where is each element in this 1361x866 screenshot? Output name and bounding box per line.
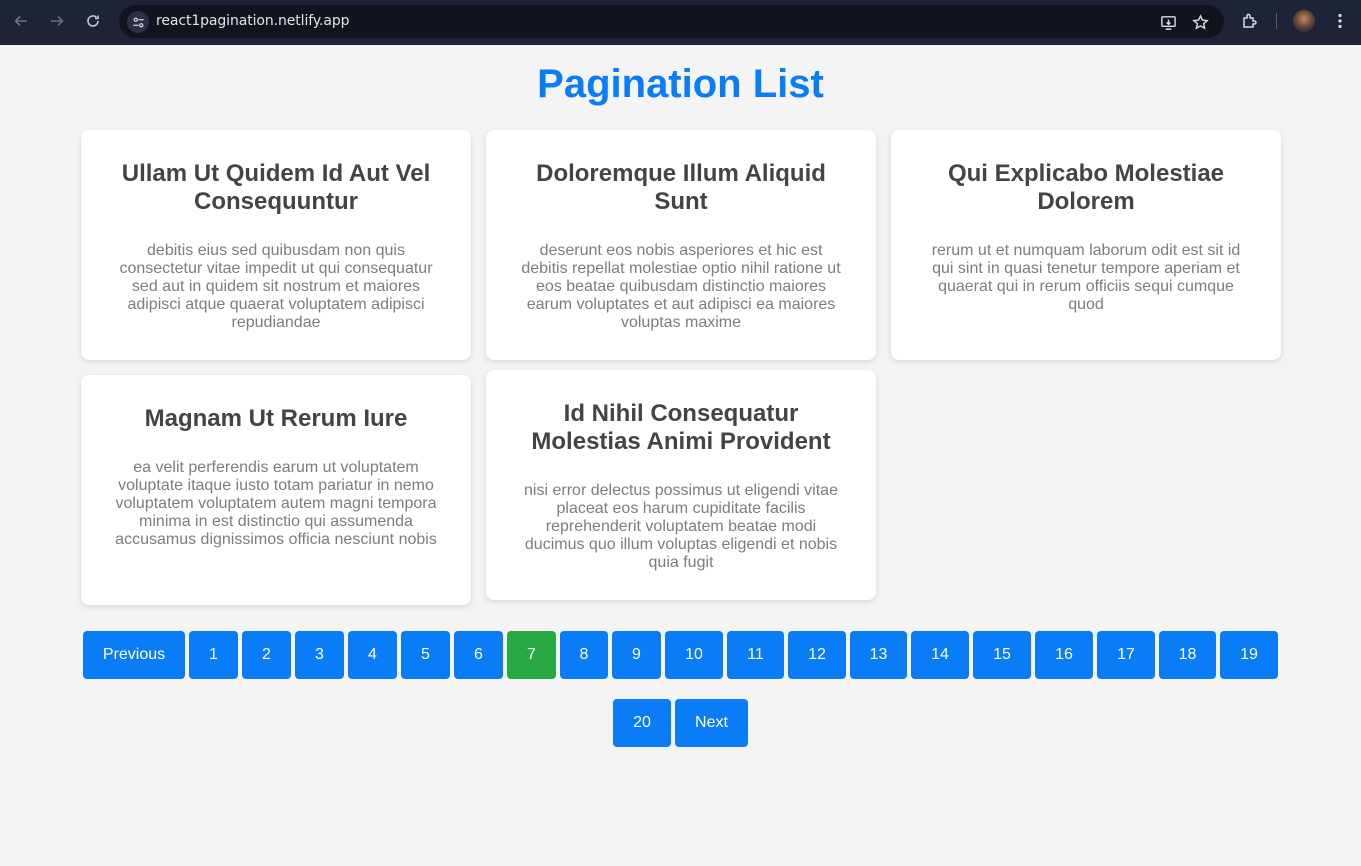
page-button-18[interactable]: 18 <box>1159 631 1216 679</box>
next-button[interactable]: Next <box>675 699 748 747</box>
page-button-4[interactable]: 4 <box>348 631 397 679</box>
bookmark-star-icon[interactable] <box>1190 12 1210 32</box>
post-card-title: Doloremque Illum Aliquid Sunt <box>536 160 826 215</box>
page-button-12[interactable]: 12 <box>788 631 846 679</box>
post-card-title: Qui Explicabo Molestiae Dolorem <box>947 160 1225 215</box>
post-card: Doloremque Illum Aliquid Sunt deserunt e… <box>486 130 876 360</box>
url-text[interactable]: react1pagination.netlify.app <box>156 13 350 29</box>
reload-icon[interactable] <box>80 8 106 34</box>
menu-kebab-icon[interactable] <box>1329 10 1351 32</box>
post-card: Magnam Ut Rerum Iure ea velit perferendi… <box>81 375 471 605</box>
site-info-icon[interactable] <box>127 11 149 33</box>
page-button-13[interactable]: 13 <box>850 631 907 679</box>
page-button-11[interactable]: 11 <box>727 631 784 679</box>
post-card-title: Ullam Ut Quidem Id Aut Vel Consequuntur <box>121 160 431 215</box>
post-card: Id Nihil Consequatur Molestias Animi Pro… <box>486 370 876 600</box>
page-button-15[interactable]: 15 <box>973 631 1031 679</box>
extensions-icon[interactable] <box>1239 10 1261 32</box>
page-button-16[interactable]: 16 <box>1035 631 1093 679</box>
browser-toolbar: react1pagination.netlify.app <box>0 0 1361 45</box>
install-app-icon[interactable] <box>1158 12 1178 32</box>
page-button-2[interactable]: 2 <box>242 631 291 679</box>
page-button-9[interactable]: 9 <box>612 631 661 679</box>
page-title: Pagination List <box>537 62 824 106</box>
page-button-7-current[interactable]: 7 <box>507 631 556 679</box>
page-button-14[interactable]: 14 <box>911 631 969 679</box>
post-card: Qui Explicabo Molestiae Dolorem rerum ut… <box>891 130 1281 360</box>
address-bar[interactable]: react1pagination.netlify.app <box>119 5 1224 38</box>
page-button-19[interactable]: 19 <box>1220 631 1278 679</box>
forward-icon[interactable] <box>44 8 70 34</box>
post-card-body: nisi error delectus possimus ut eligendi… <box>524 482 838 571</box>
page-button-8[interactable]: 8 <box>560 631 608 679</box>
post-card-body: rerum ut et numquam laborum odit est sit… <box>931 242 1241 313</box>
back-icon[interactable] <box>8 8 34 34</box>
post-card-title: Magnam Ut Rerum Iure <box>144 405 408 432</box>
page-button-10[interactable]: 10 <box>665 631 723 679</box>
previous-button[interactable]: Previous <box>83 631 185 679</box>
page-button-20[interactable]: 20 <box>613 699 671 747</box>
post-card-body: deserunt eos nobis asperiores et hic est… <box>521 242 841 331</box>
page-button-3[interactable]: 3 <box>295 631 344 679</box>
page-button-1[interactable]: 1 <box>189 631 238 679</box>
post-card-body: ea velit perferendis earum ut voluptatem… <box>115 459 437 548</box>
page-button-5[interactable]: 5 <box>401 631 450 679</box>
toolbar-divider <box>1276 13 1277 29</box>
page-button-6[interactable]: 6 <box>454 631 503 679</box>
profile-avatar[interactable] <box>1293 10 1315 32</box>
post-card-title: Id Nihil Consequatur Molestias Animi Pro… <box>531 400 831 455</box>
post-card: Ullam Ut Quidem Id Aut Vel Consequuntur … <box>81 130 471 360</box>
post-card-body: debitis eius sed quibusdam non quis cons… <box>119 242 433 331</box>
page-button-17[interactable]: 17 <box>1097 631 1155 679</box>
